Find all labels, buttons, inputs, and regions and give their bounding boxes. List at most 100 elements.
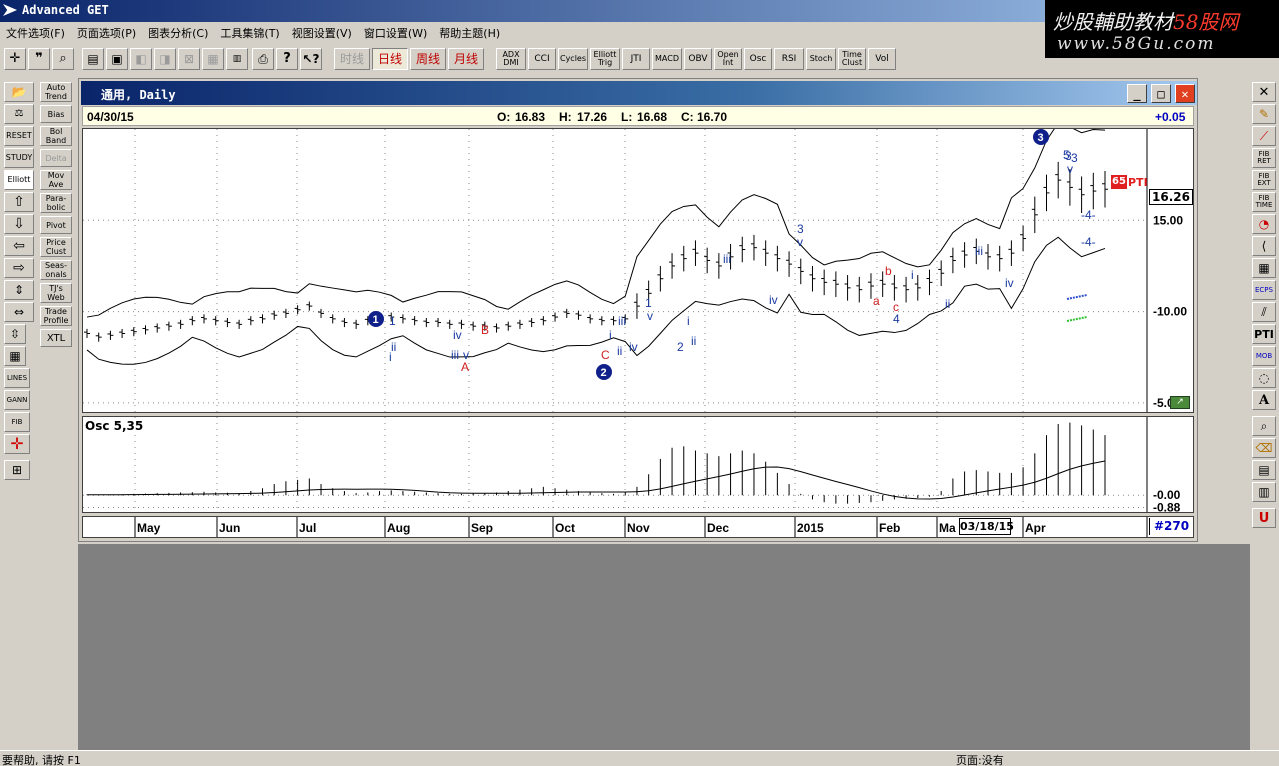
pencil-icon[interactable]: ✎ bbox=[1252, 104, 1276, 124]
maximize-button[interactable]: □ bbox=[1151, 84, 1171, 103]
reset-button[interactable]: RESET bbox=[4, 126, 34, 146]
fib-ret-button[interactable]: FIB RET bbox=[1252, 148, 1276, 168]
price-chart[interactable]: 15.00-10.00-5.01iiiiviii vBACiiiiii iv1v2i… bbox=[83, 129, 1193, 412]
elliott-wave-label: v bbox=[1067, 162, 1073, 176]
menu-page[interactable]: 页面选项(P) bbox=[71, 22, 142, 44]
ruler-icon[interactable]: ⇳ bbox=[4, 324, 26, 344]
minimize-button[interactable]: _ bbox=[1127, 84, 1147, 103]
ecps-button[interactable]: ECPS bbox=[1252, 280, 1276, 300]
menu-chart-analysis[interactable]: 图表分析(C) bbox=[142, 22, 214, 44]
table-icon[interactable]: ▤ bbox=[1252, 460, 1276, 480]
study-cycles-button[interactable]: Cycles bbox=[558, 48, 588, 70]
text-annotation-icon[interactable]: A bbox=[1252, 390, 1276, 410]
channel-icon[interactable]: ⫽ bbox=[1252, 302, 1276, 322]
open-folder-icon[interactable]: 📂 bbox=[4, 82, 34, 102]
tjs-web-button[interactable]: TJ's Web bbox=[40, 283, 72, 303]
auto-trend-button[interactable]: Auto Trend bbox=[40, 82, 72, 102]
trendline-icon[interactable]: ⟋ bbox=[1252, 126, 1276, 146]
zoom-icon[interactable]: ⌕ bbox=[52, 48, 74, 70]
study-obv-button[interactable]: OBV bbox=[684, 48, 712, 70]
fib-tool-button[interactable]: FIB bbox=[4, 412, 30, 432]
compress-bars-icon[interactable]: ⇔ bbox=[4, 302, 34, 322]
study-cci-button[interactable]: CCI bbox=[528, 48, 556, 70]
trade-profile-button[interactable]: Trade Profile bbox=[40, 306, 72, 326]
parabolic-button[interactable]: Para-bolic bbox=[40, 193, 72, 213]
next-chart-icon[interactable]: ◨ bbox=[154, 48, 176, 70]
seasonals-button[interactable]: Seas-onals bbox=[40, 260, 72, 280]
study-jti-button[interactable]: JTI bbox=[622, 48, 650, 70]
eraser-icon[interactable]: ⌫ bbox=[1252, 438, 1276, 458]
fib-time-button[interactable]: FIB TIME bbox=[1252, 192, 1276, 212]
lines-tool-button[interactable]: LINES bbox=[4, 368, 30, 388]
cascade-icon[interactable]: ▥ bbox=[226, 48, 248, 70]
price-clust-button[interactable]: Price Clust bbox=[40, 237, 72, 257]
menu-window[interactable]: 窗口设置(W) bbox=[358, 22, 433, 44]
elliott-wave-label: ii bbox=[617, 344, 622, 358]
study-open-int-button[interactable]: Open Int bbox=[714, 48, 742, 70]
study-macd-button[interactable]: MACD bbox=[652, 48, 682, 70]
study-tool-button[interactable]: STUDY bbox=[4, 148, 34, 168]
quote-icon[interactable]: ❞ bbox=[28, 48, 50, 70]
grid-icon[interactable]: ▦ bbox=[4, 346, 26, 366]
menu-tools[interactable]: 工具集锦(T) bbox=[214, 22, 285, 44]
report-icon[interactable]: ▥ bbox=[1252, 482, 1276, 502]
tile-icon[interactable]: ▦ bbox=[202, 48, 224, 70]
oscillator-chart[interactable]: -0.00-0.88 bbox=[83, 417, 1193, 512]
oscillator-panel[interactable]: -0.00 -0.88 Osc 5,35 bbox=[82, 416, 1194, 513]
pivot-button[interactable]: Pivot bbox=[40, 216, 72, 234]
study-stoch-button[interactable]: Stoch bbox=[806, 48, 836, 70]
fib-circle-icon[interactable]: ◔ bbox=[1252, 214, 1276, 234]
prev-chart-icon[interactable]: ◧ bbox=[130, 48, 152, 70]
mob-button[interactable]: MOB bbox=[1252, 346, 1276, 366]
chart-window-titlebar[interactable]: 通用, Daily _ □ ✕ bbox=[81, 81, 1197, 105]
pti-button[interactable]: PTI bbox=[1252, 324, 1276, 344]
period-intraday-button[interactable]: 时线 bbox=[334, 48, 370, 70]
properties-icon[interactable]: ⊞ bbox=[4, 460, 30, 480]
fan-lines-icon[interactable]: ⟨ bbox=[1252, 236, 1276, 256]
menu-file[interactable]: 文件选项(F) bbox=[0, 22, 71, 44]
arrow-left-icon[interactable]: ⇦ bbox=[4, 236, 34, 256]
period-daily-button[interactable]: 日线 bbox=[372, 48, 408, 70]
study-osc-button[interactable]: Osc bbox=[744, 48, 772, 70]
magnifier-icon[interactable]: ⌕ bbox=[1252, 416, 1276, 436]
arrow-up-icon[interactable]: ⇧ bbox=[4, 192, 34, 212]
help-icon[interactable]: ? bbox=[276, 48, 298, 70]
close-window-button[interactable]: ✕ bbox=[1175, 84, 1195, 103]
study-adx-button[interactable]: ADX DMI bbox=[496, 48, 526, 70]
scale-icon[interactable]: ⚖ bbox=[4, 104, 34, 124]
period-weekly-button[interactable]: 周线 bbox=[410, 48, 446, 70]
arrow-down-icon[interactable]: ⇩ bbox=[4, 214, 34, 234]
bol-band-button[interactable]: Bol Band bbox=[40, 126, 72, 146]
price-panel[interactable]: 15.00 -10.00 -5.0 1 ii i iv iii v B A Ciii i ii iv 1 v 2 i… bbox=[82, 128, 1194, 413]
close-x-icon[interactable]: ✕ bbox=[1252, 82, 1276, 102]
update-icon[interactable]: U bbox=[1252, 508, 1276, 528]
study-rsi-button[interactable]: RSI bbox=[774, 48, 804, 70]
context-help-icon[interactable]: ↖? bbox=[300, 48, 322, 70]
xtl-button[interactable]: XTL bbox=[40, 329, 72, 347]
study-elliott-trig-button[interactable]: Elliott Trig bbox=[590, 48, 620, 70]
save-chart-icon[interactable]: ▣ bbox=[106, 48, 128, 70]
bias-button[interactable]: Bias bbox=[40, 105, 72, 123]
open-chart-icon[interactable]: ▤ bbox=[82, 48, 104, 70]
menu-help[interactable]: 帮助主题(H) bbox=[433, 22, 506, 44]
cycle-icon[interactable]: ◌ bbox=[1252, 368, 1276, 388]
close-chart-icon[interactable]: ⊠ bbox=[178, 48, 200, 70]
period-monthly-button[interactable]: 月线 bbox=[448, 48, 484, 70]
fib-ext-button[interactable]: FIB EXT bbox=[1252, 170, 1276, 190]
crosshair-icon[interactable]: ✛ bbox=[4, 434, 30, 454]
menu-view[interactable]: 视图设置(V) bbox=[286, 22, 358, 44]
study-vol-button[interactable]: Vol bbox=[868, 48, 896, 70]
study-time-clust-button[interactable]: Time Clust bbox=[838, 48, 866, 70]
delta-button[interactable]: Delta bbox=[40, 149, 72, 167]
gann-tool-button[interactable]: GANN bbox=[4, 390, 30, 410]
date-axis[interactable]: May Jun Jul Aug Sep Oct Nov Dec 2015 Feb Ma Apr 03/… bbox=[82, 516, 1194, 538]
arrow-right-icon[interactable]: ⇨ bbox=[4, 258, 34, 278]
grid-lines-icon[interactable]: ▦ bbox=[1252, 258, 1276, 278]
print-icon[interactable]: ⎙ bbox=[252, 48, 274, 70]
elliott-wave-label: iv bbox=[769, 293, 778, 307]
cursor-tool-icon[interactable]: ✛ bbox=[4, 48, 26, 70]
mov-ave-button[interactable]: Mov Ave bbox=[40, 170, 72, 190]
expand-bars-icon[interactable]: ⇕ bbox=[4, 280, 34, 300]
elliott-tool-button[interactable]: Elliott bbox=[4, 170, 34, 190]
scale-mini-icon[interactable]: ↗ bbox=[1170, 396, 1190, 409]
